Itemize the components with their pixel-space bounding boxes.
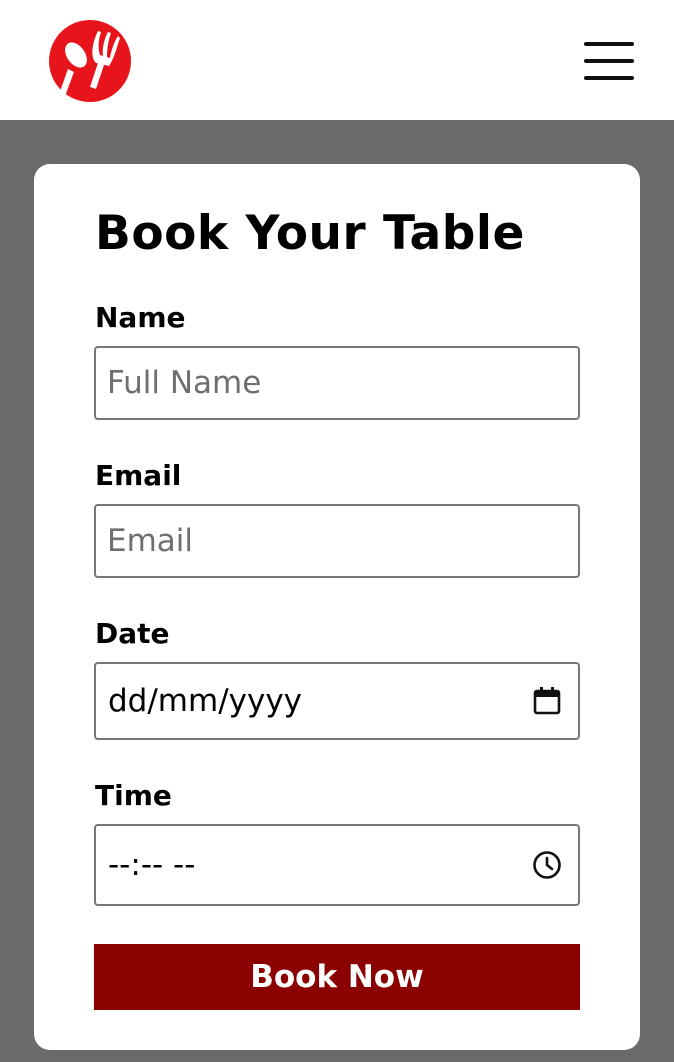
name-input[interactable] (96, 348, 578, 418)
time-input[interactable]: --:-- -- (94, 824, 580, 906)
date-input-value: dd/mm/yyyy (108, 683, 303, 719)
time-label: Time (95, 779, 172, 812)
time-input-value: --:-- -- (108, 847, 196, 883)
name-field (94, 346, 580, 420)
name-label: Name (95, 301, 186, 334)
book-now-button[interactable]: Book Now (94, 944, 580, 1010)
date-label: Date (95, 617, 170, 650)
booking-card: Book Your Table Name Email Date dd/mm/yy… (34, 164, 640, 1050)
clock-icon[interactable] (532, 850, 562, 880)
page-title: Book Your Table (95, 206, 525, 261)
calendar-icon[interactable] (532, 686, 562, 716)
email-field (94, 504, 580, 578)
menu-bar-top (584, 42, 634, 46)
menu-bar-middle (584, 59, 634, 63)
date-input[interactable]: dd/mm/yyyy (94, 662, 580, 740)
hamburger-menu-icon[interactable] (582, 40, 636, 82)
email-label: Email (95, 459, 182, 492)
menu-bar-bottom (584, 76, 634, 80)
email-input[interactable] (96, 506, 578, 576)
site-header (0, 0, 674, 120)
fork-and-spoon-logo-icon[interactable] (46, 17, 134, 105)
